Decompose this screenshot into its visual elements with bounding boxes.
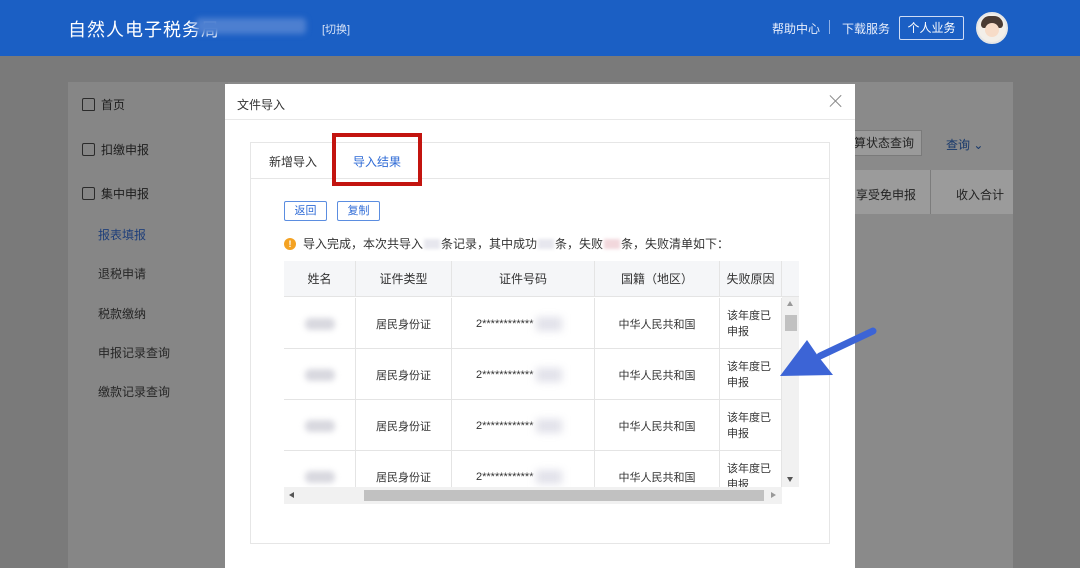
scroll-thumb[interactable] [785, 315, 797, 331]
back-button[interactable]: 返回 [284, 201, 327, 221]
vertical-scrollbar[interactable] [782, 297, 799, 487]
sidebar-item-label: 扣缴申报 [101, 143, 150, 157]
file-import-dialog: 文件导入 新增导入 导入结果 返回 复制 ! 导入完成，本次共导入 条记录，其中… [225, 84, 855, 568]
blurred-name [304, 368, 335, 381]
sidebar-item-home[interactable]: 首页 [82, 96, 125, 113]
blurred-success-count [538, 238, 555, 249]
dialog-title: 文件导入 [237, 98, 286, 112]
column-header-id-number: 证件号码 [452, 261, 595, 297]
blurred-name [304, 317, 335, 330]
header-divider [829, 20, 830, 34]
scroll-up-icon[interactable] [787, 301, 793, 306]
column-header-nationality: 国籍（地区） [595, 261, 720, 297]
scroll-down-icon[interactable] [787, 477, 793, 482]
table-row: 居民身份证 2************ 中华人民共和国 该年度已申报 [284, 349, 782, 400]
column-header-id-type: 证件类型 [356, 261, 452, 297]
blurred-name [304, 419, 335, 432]
help-center-link[interactable]: 帮助中心 [772, 20, 820, 37]
column-header-reason: 失败原因 [720, 261, 782, 297]
top-header: 自然人电子税务局 [切换] 帮助中心 下载服务 个人业务 [0, 0, 1080, 56]
horizontal-scrollbar[interactable] [284, 487, 782, 504]
sidebar-item-label: 集中申报 [101, 187, 150, 201]
close-icon[interactable] [828, 93, 844, 109]
background-tab-income: 收入合计 [956, 188, 1005, 202]
tab-new-import[interactable]: 新增导入 [269, 153, 317, 170]
blurred-total-count [424, 238, 441, 249]
tab-bar: 新增导入 导入结果 [251, 133, 829, 186]
home-icon [82, 98, 95, 111]
sidebar-subitem-payment-query[interactable]: 缴款记录查询 [98, 383, 170, 400]
sidebar-item-centralized[interactable]: 集中申报 [82, 185, 149, 202]
scroll-left-icon[interactable] [289, 492, 294, 498]
import-summary-notice: ! 导入完成，本次共导入 条记录，其中成功 条，失败 条，失败清单如下： [284, 235, 729, 252]
blurred-user-name [196, 18, 306, 34]
sidebar-subitem-report-query[interactable]: 申报记录查询 [98, 344, 170, 361]
copy-button[interactable]: 复制 [337, 201, 380, 221]
highlight-box [332, 133, 422, 186]
warning-icon: ! [284, 237, 296, 250]
table-row: 居民身份证 2************ 中华人民共和国 该年度已申报 [284, 298, 782, 349]
scroll-thumb-horizontal[interactable] [364, 490, 764, 501]
scroll-right-icon[interactable] [771, 492, 776, 498]
import-panel: 新增导入 导入结果 返回 复制 ! 导入完成，本次共导入 条记录，其中成功 条，… [250, 133, 830, 544]
background-tab-divider [930, 170, 931, 214]
sidebar-subitem-payment[interactable]: 税款缴纳 [98, 305, 146, 322]
document-icon [82, 143, 95, 156]
sidebar-item-withholding[interactable]: 扣缴申报 [82, 141, 149, 158]
status-query-button[interactable]: 算状态查询 [846, 130, 922, 156]
switch-link[interactable]: [切换] [322, 21, 350, 37]
table-row: 居民身份证 2************ 中华人民共和国 该年度已申报 [284, 400, 782, 451]
download-service-link[interactable]: 下载服务 [842, 20, 890, 37]
table-header: 姓名 证件类型 证件号码 国籍（地区） 失败原因 [284, 261, 799, 297]
avatar[interactable] [976, 12, 1008, 44]
blurred-name [304, 470, 335, 483]
sidebar-item-label: 首页 [101, 98, 126, 112]
upload-icon [82, 187, 95, 200]
sidebar-subitem-refund[interactable]: 退税申请 [98, 265, 146, 282]
background-tab-exempt: 享受免申报 [856, 188, 917, 202]
blurred-fail-count [604, 238, 621, 249]
sidebar-subitem-report-fill[interactable]: 报表填报 [98, 226, 146, 243]
personal-business-button[interactable]: 个人业务 [899, 16, 964, 40]
column-header-name: 姓名 [284, 261, 356, 297]
query-link[interactable]: 查询 ⌄ [946, 136, 983, 153]
dialog-header: 文件导入 [225, 84, 855, 120]
failure-table: 姓名 证件类型 证件号码 国籍（地区） 失败原因 居民身份证 2********… [284, 261, 799, 504]
